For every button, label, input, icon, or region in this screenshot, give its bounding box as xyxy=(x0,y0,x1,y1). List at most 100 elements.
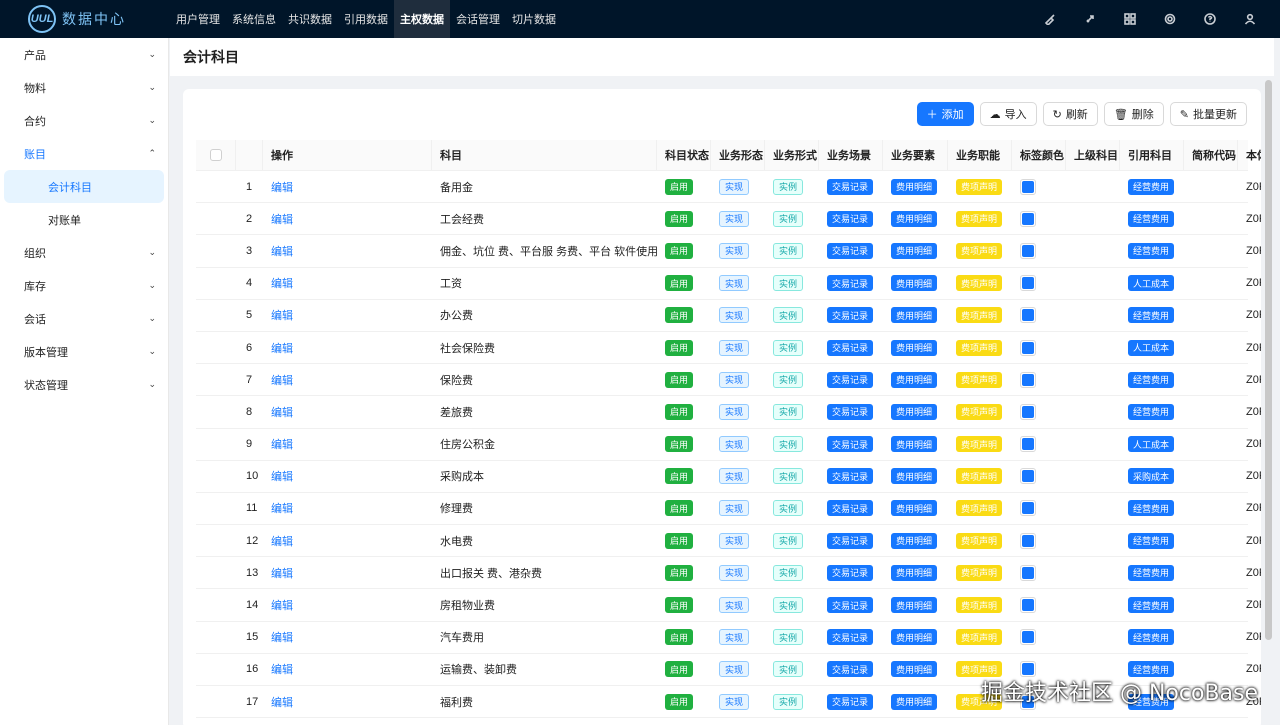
row-checkbox-cell[interactable] xyxy=(196,493,236,524)
row-checkbox-cell[interactable] xyxy=(196,171,236,202)
edit-link[interactable]: 编辑 xyxy=(271,275,293,291)
color-swatch[interactable] xyxy=(1020,500,1036,517)
row-checkbox-cell[interactable] xyxy=(196,396,236,427)
ref-tag[interactable]: 经营费用 xyxy=(1128,532,1175,549)
nav-item-5[interactable]: 会话管理 xyxy=(450,0,506,38)
logo[interactable]: UUL 数据中心 xyxy=(0,0,160,38)
sidebar-item-4[interactable]: 组织 ⌄ xyxy=(0,236,168,269)
color-swatch[interactable] xyxy=(1020,436,1036,453)
ref-tag[interactable]: 人工成本 xyxy=(1128,275,1175,292)
sidebar-item-1[interactable]: 物料 ⌄ xyxy=(0,71,168,104)
table-row[interactable]: 7 编辑 保险费 启用 实现 实例 交易记录费用明细 费项声明 经营费用 Z0F xyxy=(196,364,1261,397)
edit-link[interactable]: 编辑 xyxy=(271,629,293,645)
table-row[interactable]: 11 编辑 修理费 启用 实现 实例 交易记录费用明细 费项声明 经营费用 Z0F xyxy=(196,493,1261,526)
header-status[interactable]: 科目状态 xyxy=(657,140,711,170)
ref-tag[interactable]: 经营费用 xyxy=(1128,629,1175,646)
header-instance[interactable]: 业务形式 xyxy=(765,140,819,170)
delete-button[interactable]: 🗑 删除 xyxy=(1103,102,1164,126)
table-row[interactable]: 14 编辑 房租物业费 启用 实现 实例 交易记录费用明细 费项声明 经营费用 Z0F xyxy=(196,589,1261,622)
edit-link[interactable]: 编辑 xyxy=(271,404,293,420)
edit-link[interactable]: 编辑 xyxy=(271,307,293,323)
sidebar-subitem-1[interactable]: 对账单 xyxy=(4,203,164,236)
nav-item-0[interactable]: 用户管理 xyxy=(170,0,226,38)
table-row[interactable]: 10 编辑 采购成本 启用 实现 实例 交易记录费用明细 费项声明 采购成本 Z0F xyxy=(196,461,1261,493)
edit-link[interactable]: 编辑 xyxy=(271,694,293,710)
sidebar-item-2[interactable]: 合约 ⌄ xyxy=(0,104,168,137)
nav-item-2[interactable]: 共识数据 xyxy=(282,0,338,38)
row-checkbox-cell[interactable] xyxy=(196,203,236,234)
vertical-scrollbar[interactable] xyxy=(1265,80,1272,640)
row-checkbox-cell[interactable] xyxy=(196,235,236,266)
ref-tag[interactable]: 采购成本 xyxy=(1128,468,1175,485)
edit-link[interactable]: 编辑 xyxy=(271,372,293,388)
header-parent[interactable]: 上级科目 xyxy=(1066,140,1120,170)
ref-tag[interactable]: 经营费用 xyxy=(1128,371,1175,388)
color-swatch[interactable] xyxy=(1020,242,1036,259)
edit-link[interactable]: 编辑 xyxy=(271,565,293,581)
sidebar-item-0[interactable]: 产品 ⌄ xyxy=(0,38,168,71)
select-all-checkbox[interactable] xyxy=(196,140,236,170)
color-swatch[interactable] xyxy=(1020,339,1036,356)
row-checkbox-cell[interactable] xyxy=(196,622,236,653)
sidebar-item-5[interactable]: 库存 ⌄ xyxy=(0,269,168,302)
table-row[interactable]: 9 编辑 住房公积金 启用 实现 实例 交易记录费用明细 费项声明 人工成本 Z0F xyxy=(196,429,1261,461)
table-row[interactable]: 15 编辑 汽车费用 启用 实现 实例 交易记录费用明细 费项声明 经营费用 Z0F xyxy=(196,622,1261,654)
row-checkbox-cell[interactable] xyxy=(196,589,236,620)
table-row[interactable]: 12 编辑 水电费 启用 实现 实例 交易记录费用明细 费项声明 经营费用 Z0F xyxy=(196,525,1261,558)
color-swatch[interactable] xyxy=(1020,403,1036,420)
row-checkbox-cell[interactable] xyxy=(196,654,236,685)
row-checkbox-cell[interactable] xyxy=(196,429,236,460)
color-swatch[interactable] xyxy=(1020,275,1036,292)
header-code[interactable]: 简称代码 xyxy=(1184,140,1238,170)
sidebar-item-7[interactable]: 版本管理 ⌄ xyxy=(0,335,168,368)
sidebar-item-6[interactable]: 会话 ⌄ xyxy=(0,302,168,335)
edit-link[interactable]: 编辑 xyxy=(271,597,293,613)
nav-item-3[interactable]: 引用数据 xyxy=(338,0,394,38)
help-icon[interactable] xyxy=(1190,0,1230,38)
edit-link[interactable]: 编辑 xyxy=(271,661,293,677)
ref-tag[interactable]: 经营费用 xyxy=(1128,403,1175,420)
table-row[interactable]: 2 编辑 工会经费 启用 实现 实例 交易记录费用明细 费项声明 经营费用 Z0F xyxy=(196,203,1261,236)
user-icon[interactable] xyxy=(1230,0,1270,38)
rocket-icon[interactable] xyxy=(1070,0,1110,38)
header-color[interactable]: 标签颜色 xyxy=(1012,140,1066,170)
table-row[interactable]: 13 编辑 出口报关 费、港杂费 启用 实现 实例 交易记录费用明细 费项声明 经营费用 Z0F xyxy=(196,557,1261,590)
color-swatch[interactable] xyxy=(1020,564,1036,581)
header-function[interactable]: 业务职能 xyxy=(948,140,1012,170)
ref-tag[interactable]: 经营费用 xyxy=(1128,178,1175,195)
table-row[interactable]: 4 编辑 工资 启用 实现 实例 交易记录费用明细 费项声明 人工成本 Z0F xyxy=(196,268,1261,300)
row-checkbox-cell[interactable] xyxy=(196,525,236,556)
edit-link[interactable]: 编辑 xyxy=(271,436,293,452)
edit-link[interactable]: 编辑 xyxy=(271,179,293,195)
edit-link[interactable]: 编辑 xyxy=(271,243,293,259)
row-checkbox-cell[interactable] xyxy=(196,686,236,717)
color-swatch[interactable] xyxy=(1020,307,1036,324)
row-checkbox-cell[interactable] xyxy=(196,557,236,588)
table-row[interactable]: 6 编辑 社会保险费 启用 实现 实例 交易记录费用明细 费项声明 人工成本 Z0F xyxy=(196,332,1261,365)
header-subject[interactable]: 科目 xyxy=(432,140,657,170)
edit-link[interactable]: 编辑 xyxy=(271,211,293,227)
ref-tag[interactable]: 经营费用 xyxy=(1128,564,1175,581)
edit-link[interactable]: 编辑 xyxy=(271,468,293,484)
table-row[interactable]: 8 编辑 差旅费 启用 实现 实例 交易记录费用明细 费项声明 经营费用 Z0F xyxy=(196,396,1261,429)
sidebar-item-3[interactable]: 账目 ⌃ xyxy=(0,137,168,170)
header-scene[interactable]: 业务场景 xyxy=(819,140,883,170)
color-swatch[interactable] xyxy=(1020,629,1036,646)
add-button[interactable]: ＋添加 xyxy=(916,102,974,126)
row-checkbox-cell[interactable] xyxy=(196,332,236,363)
table-row[interactable]: 1 编辑 备用金 启用 实现 实例 交易记录费用明细 费项声明 经营费用 Z0F xyxy=(196,171,1261,204)
bulk-update-button[interactable]: ✎ 批量更新 xyxy=(1169,102,1247,126)
color-swatch[interactable] xyxy=(1020,597,1036,614)
row-checkbox-cell[interactable] xyxy=(196,268,236,299)
header-element[interactable]: 业务要素 xyxy=(883,140,948,170)
sidebar-item-8[interactable]: 状态管理 ⌄ xyxy=(0,368,168,401)
color-swatch[interactable] xyxy=(1020,210,1036,227)
header-ref[interactable]: 引用科目 xyxy=(1120,140,1184,170)
row-checkbox-cell[interactable] xyxy=(196,364,236,395)
header-body[interactable]: 本体 xyxy=(1238,140,1261,170)
ref-tag[interactable]: 经营费用 xyxy=(1128,500,1175,517)
row-checkbox-cell[interactable] xyxy=(196,461,236,492)
ref-tag[interactable]: 经营费用 xyxy=(1128,597,1175,614)
color-swatch[interactable] xyxy=(1020,178,1036,195)
ref-tag[interactable]: 经营费用 xyxy=(1128,210,1175,227)
